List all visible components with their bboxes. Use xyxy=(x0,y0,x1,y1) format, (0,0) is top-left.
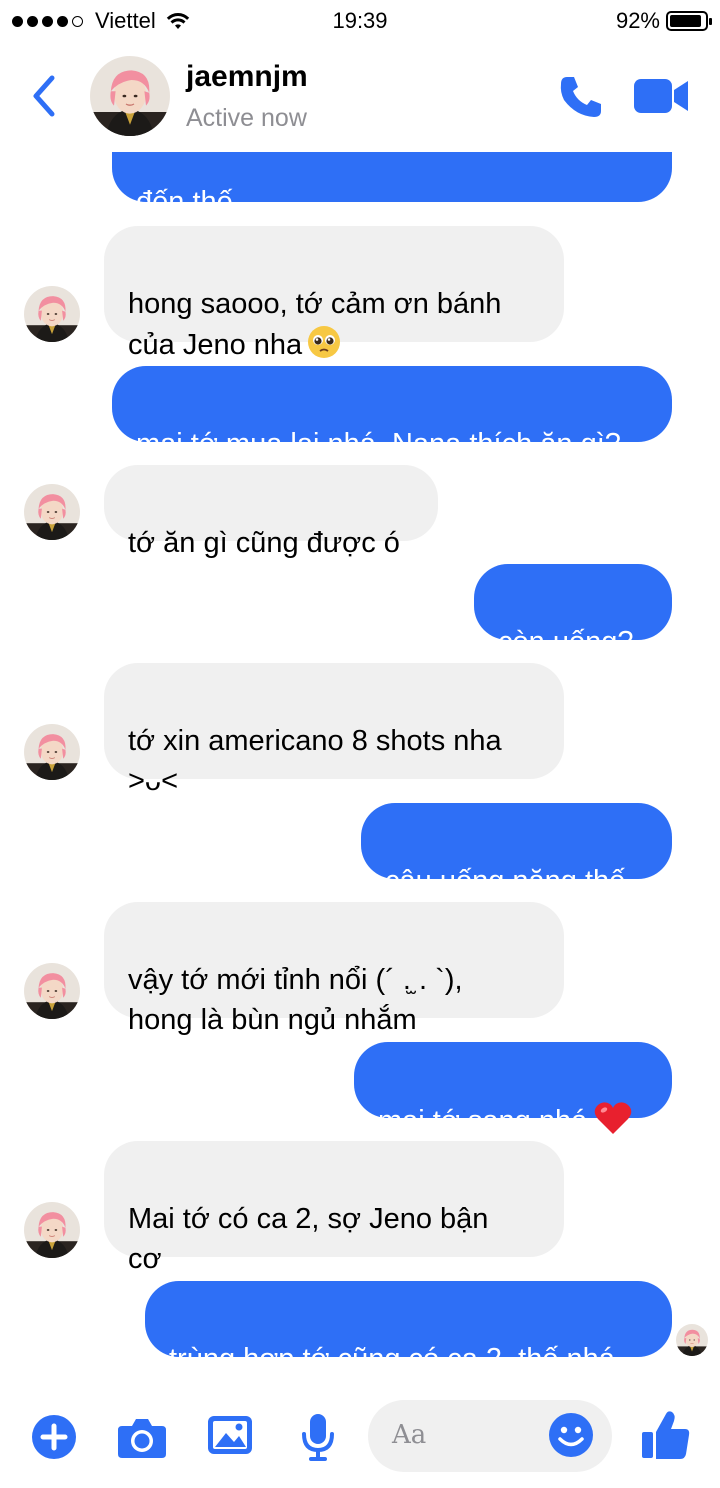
message-text: mai tớ sang nhá xyxy=(378,1105,588,1137)
status-right: 92% xyxy=(615,8,712,34)
message-bubble-incoming[interactable]: tớ xin americano 8 shots nha >ᴗ< xyxy=(104,663,564,797)
message-text: tớ xin americano 8 shots nha >ᴗ< xyxy=(128,725,502,797)
battery-fill xyxy=(670,15,702,27)
video-call-icon[interactable] xyxy=(632,76,690,116)
emoji-icon[interactable] xyxy=(548,1412,594,1458)
message-bubble-outgoing[interactable]: đến thế xyxy=(112,152,672,218)
chat-header: jaemnjm Active now xyxy=(0,40,720,152)
sender-avatar[interactable] xyxy=(24,963,80,1019)
message-bubble-incoming[interactable]: hong saooo, tớ cảm ơn bánh của Jeno nha xyxy=(104,226,564,361)
microphone-icon[interactable] xyxy=(300,1412,336,1462)
message-text: đến thế xyxy=(136,186,233,218)
sender-avatar[interactable] xyxy=(24,724,80,780)
thumbs-up-icon[interactable] xyxy=(640,1408,692,1462)
message-input-placeholder: Aa xyxy=(392,1420,427,1450)
message-text: trùng hợp tớ cũng có ca 2, thế nhá xyxy=(169,1343,615,1375)
message-text: còn uống? xyxy=(498,626,634,658)
camera-icon[interactable] xyxy=(116,1416,168,1460)
message-bubble-outgoing[interactable]: mai tớ sang nhá xyxy=(354,1042,672,1137)
battery-icon xyxy=(666,11,712,31)
sender-avatar[interactable] xyxy=(24,286,80,342)
red-heart-emoji-icon xyxy=(594,1102,632,1134)
message-composer: Aa xyxy=(0,1382,720,1488)
contact-name[interactable]: jaemnjm xyxy=(186,60,308,94)
message-bubble-outgoing[interactable]: trùng hợp tớ cũng có ca 2, thế nhá xyxy=(145,1281,672,1375)
message-input[interactable]: Aa xyxy=(368,1400,612,1472)
sender-avatar[interactable] xyxy=(24,1202,80,1258)
seen-receipt-avatar xyxy=(676,1324,708,1356)
message-bubble-incoming[interactable]: tớ ăn gì cũng được ó xyxy=(104,465,438,559)
sender-avatar[interactable] xyxy=(24,484,80,540)
plus-icon[interactable] xyxy=(31,1414,77,1460)
message-bubble-outgoing[interactable]: còn uống? xyxy=(474,564,672,658)
message-text: Mai tớ có ca 2, sợ Jeno bận cơ xyxy=(128,1203,489,1275)
status-bar: Viettel 19:39 92% xyxy=(0,0,720,40)
message-bubble-incoming[interactable]: Mai tớ có ca 2, sợ Jeno bận cơ xyxy=(104,1141,564,1275)
message-text: vậy tớ mới tỉnh nổi (´ .̫ . `), hong là … xyxy=(128,964,463,1036)
message-list[interactable]: đến thế hong saooo, tớ cảm ơn bánh của J… xyxy=(0,152,720,1382)
status-time: 19:39 xyxy=(332,8,388,33)
contact-avatar[interactable] xyxy=(90,56,170,136)
back-chevron-icon[interactable] xyxy=(26,72,62,120)
presence-status: Active now xyxy=(186,104,307,132)
pleading-face-emoji-icon xyxy=(308,326,341,358)
message-bubble-outgoing[interactable]: cậu uống nặng thế xyxy=(361,803,672,897)
message-text: tớ ăn gì cũng được ó xyxy=(128,527,400,559)
message-text: cậu uống nặng thế xyxy=(385,865,626,897)
message-bubble-incoming[interactable]: vậy tớ mới tỉnh nổi (´ .̫ . `), hong là … xyxy=(104,902,564,1036)
message-text: mai tớ mua lại nhá, Nana thích ăn gì? xyxy=(136,428,621,460)
gallery-icon[interactable] xyxy=(206,1414,254,1456)
message-bubble-outgoing[interactable]: mai tớ mua lại nhá, Nana thích ăn gì? xyxy=(112,366,672,460)
battery-percent: 92% xyxy=(615,8,660,33)
phone-call-icon[interactable] xyxy=(558,74,604,120)
